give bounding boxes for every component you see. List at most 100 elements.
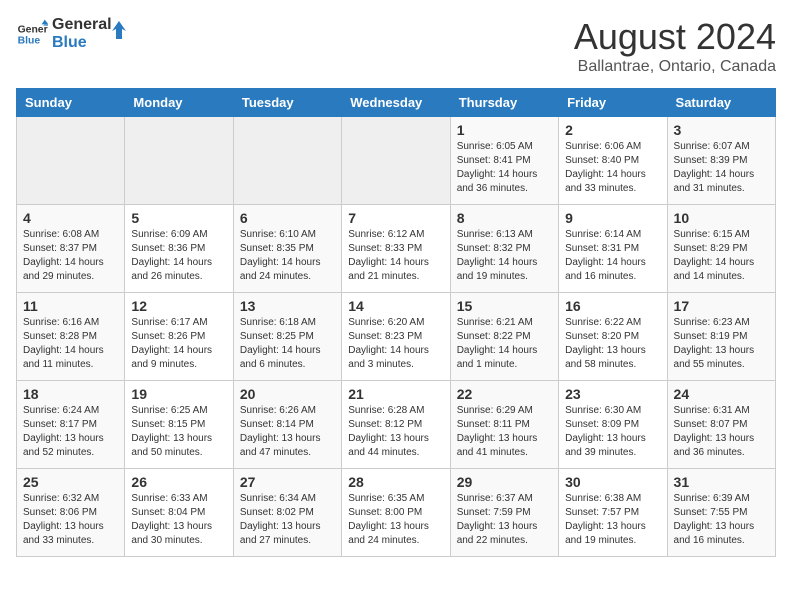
day-cell: 14 Sunrise: 6:20 AMSunset: 8:23 PMDayligh… [342,293,450,381]
day-number: 3 [674,122,769,138]
week-row-4: 18 Sunrise: 6:24 AMSunset: 8:17 PMDayligh… [17,381,776,469]
day-info: Sunrise: 6:28 AMSunset: 8:12 PMDaylight:… [348,404,443,460]
day-number: 7 [348,210,443,226]
day-cell: 4 Sunrise: 6:08 AMSunset: 8:37 PMDaylight… [17,205,125,293]
col-header-thursday: Thursday [450,89,558,117]
day-info: Sunrise: 6:32 AMSunset: 8:06 PMDaylight:… [23,492,118,548]
day-info: Sunrise: 6:09 AMSunset: 8:36 PMDaylight:… [131,228,226,284]
day-cell: 28 Sunrise: 6:35 AMSunset: 8:00 PMDayligh… [342,469,450,557]
day-info: Sunrise: 6:06 AMSunset: 8:40 PMDaylight:… [565,140,660,196]
day-number: 26 [131,474,226,490]
logo-chevron-icon [108,19,130,41]
day-info: Sunrise: 6:23 AMSunset: 8:19 PMDaylight:… [674,316,769,372]
day-info: Sunrise: 6:20 AMSunset: 8:23 PMDaylight:… [348,316,443,372]
day-info: Sunrise: 6:24 AMSunset: 8:17 PMDaylight:… [23,404,118,460]
day-info: Sunrise: 6:31 AMSunset: 8:07 PMDaylight:… [674,404,769,460]
day-number: 18 [23,386,118,402]
day-number: 20 [240,386,335,402]
day-cell: 29 Sunrise: 6:37 AMSunset: 7:59 PMDayligh… [450,469,558,557]
day-number: 15 [457,298,552,314]
day-info: Sunrise: 6:10 AMSunset: 8:35 PMDaylight:… [240,228,335,284]
day-number: 2 [565,122,660,138]
title-block: August 2024 Ballantrae, Ontario, Canada [574,16,776,76]
col-header-monday: Monday [125,89,233,117]
day-cell: 18 Sunrise: 6:24 AMSunset: 8:17 PMDayligh… [17,381,125,469]
day-cell: 26 Sunrise: 6:33 AMSunset: 8:04 PMDayligh… [125,469,233,557]
day-cell: 19Sunrise: 6:25 AMSunset: 8:15 PMDayligh… [125,381,233,469]
day-number: 8 [457,210,552,226]
day-cell [17,117,125,205]
day-number: 17 [674,298,769,314]
day-cell: 22 Sunrise: 6:29 AMSunset: 8:11 PMDayligh… [450,381,558,469]
day-number: 6 [240,210,335,226]
week-row-3: 11 Sunrise: 6:16 AMSunset: 8:28 PMDayligh… [17,293,776,381]
day-cell: 9 Sunrise: 6:14 AMSunset: 8:31 PMDaylight… [559,205,667,293]
day-info: Sunrise: 6:39 AMSunset: 7:55 PMDaylight:… [674,492,769,548]
day-info: Sunrise: 6:25 AMSunset: 8:15 PMDaylight:… [131,404,226,460]
day-info: Sunrise: 6:37 AMSunset: 7:59 PMDaylight:… [457,492,552,548]
day-info: Sunrise: 6:26 AMSunset: 8:14 PMDaylight:… [240,404,335,460]
day-number: 5 [131,210,226,226]
calendar-table: SundayMondayTuesdayWednesdayThursdayFrid… [16,88,776,557]
day-cell: 30Sunrise: 6:38 AMSunset: 7:57 PMDayligh… [559,469,667,557]
day-info: Sunrise: 6:29 AMSunset: 8:11 PMDaylight:… [457,404,552,460]
logo: General Blue General Blue [16,16,130,51]
location-subtitle: Ballantrae, Ontario, Canada [574,58,776,76]
day-cell: 25 Sunrise: 6:32 AMSunset: 8:06 PMDayligh… [17,469,125,557]
day-cell: 2 Sunrise: 6:06 AMSunset: 8:40 PMDaylight… [559,117,667,205]
logo-general: General [52,16,112,34]
day-number: 29 [457,474,552,490]
day-number: 10 [674,210,769,226]
day-info: Sunrise: 6:13 AMSunset: 8:32 PMDaylight:… [457,228,552,284]
day-info: Sunrise: 6:12 AMSunset: 8:33 PMDaylight:… [348,228,443,284]
day-number: 31 [674,474,769,490]
day-number: 1 [457,122,552,138]
day-number: 28 [348,474,443,490]
day-info: Sunrise: 6:15 AMSunset: 8:29 PMDaylight:… [674,228,769,284]
day-cell: 3 Sunrise: 6:07 AMSunset: 8:39 PMDaylight… [667,117,775,205]
day-cell: 20 Sunrise: 6:26 AMSunset: 8:14 PMDayligh… [233,381,341,469]
svg-text:Blue: Blue [18,35,41,46]
day-info: Sunrise: 6:33 AMSunset: 8:04 PMDaylight:… [131,492,226,548]
day-info: Sunrise: 6:34 AMSunset: 8:02 PMDaylight:… [240,492,335,548]
day-info: Sunrise: 6:07 AMSunset: 8:39 PMDaylight:… [674,140,769,196]
day-cell: 16Sunrise: 6:22 AMSunset: 8:20 PMDayligh… [559,293,667,381]
week-row-2: 4 Sunrise: 6:08 AMSunset: 8:37 PMDaylight… [17,205,776,293]
day-cell: 12Sunrise: 6:17 AMSunset: 8:26 PMDayligh… [125,293,233,381]
day-number: 11 [23,298,118,314]
day-cell: 31 Sunrise: 6:39 AMSunset: 7:55 PMDayligh… [667,469,775,557]
week-row-5: 25 Sunrise: 6:32 AMSunset: 8:06 PMDayligh… [17,469,776,557]
day-info: Sunrise: 6:18 AMSunset: 8:25 PMDaylight:… [240,316,335,372]
day-cell: 1 Sunrise: 6:05 AMSunset: 8:41 PMDaylight… [450,117,558,205]
page-header: General Blue General Blue August 2024 Ba… [16,16,776,76]
day-info: Sunrise: 6:08 AMSunset: 8:37 PMDaylight:… [23,228,118,284]
col-header-saturday: Saturday [667,89,775,117]
day-info: Sunrise: 6:16 AMSunset: 8:28 PMDaylight:… [23,316,118,372]
day-info: Sunrise: 6:05 AMSunset: 8:41 PMDaylight:… [457,140,552,196]
day-number: 23 [565,386,660,402]
col-header-sunday: Sunday [17,89,125,117]
day-cell [233,117,341,205]
week-row-1: 1 Sunrise: 6:05 AMSunset: 8:41 PMDaylight… [17,117,776,205]
day-info: Sunrise: 6:35 AMSunset: 8:00 PMDaylight:… [348,492,443,548]
day-cell [342,117,450,205]
day-number: 22 [457,386,552,402]
col-header-friday: Friday [559,89,667,117]
day-number: 24 [674,386,769,402]
day-cell [125,117,233,205]
day-info: Sunrise: 6:38 AMSunset: 7:57 PMDaylight:… [565,492,660,548]
day-info: Sunrise: 6:14 AMSunset: 8:31 PMDaylight:… [565,228,660,284]
day-cell: 17 Sunrise: 6:23 AMSunset: 8:19 PMDayligh… [667,293,775,381]
day-number: 4 [23,210,118,226]
day-number: 14 [348,298,443,314]
day-info: Sunrise: 6:22 AMSunset: 8:20 PMDaylight:… [565,316,660,372]
day-cell: 5 Sunrise: 6:09 AMSunset: 8:36 PMDaylight… [125,205,233,293]
day-cell: 7 Sunrise: 6:12 AMSunset: 8:33 PMDaylight… [342,205,450,293]
day-number: 25 [23,474,118,490]
day-info: Sunrise: 6:21 AMSunset: 8:22 PMDaylight:… [457,316,552,372]
day-cell: 27Sunrise: 6:34 AMSunset: 8:02 PMDayligh… [233,469,341,557]
logo-blue: Blue [52,34,112,52]
day-number: 9 [565,210,660,226]
month-year-title: August 2024 [574,16,776,58]
calendar-header-row: SundayMondayTuesdayWednesdayThursdayFrid… [17,89,776,117]
